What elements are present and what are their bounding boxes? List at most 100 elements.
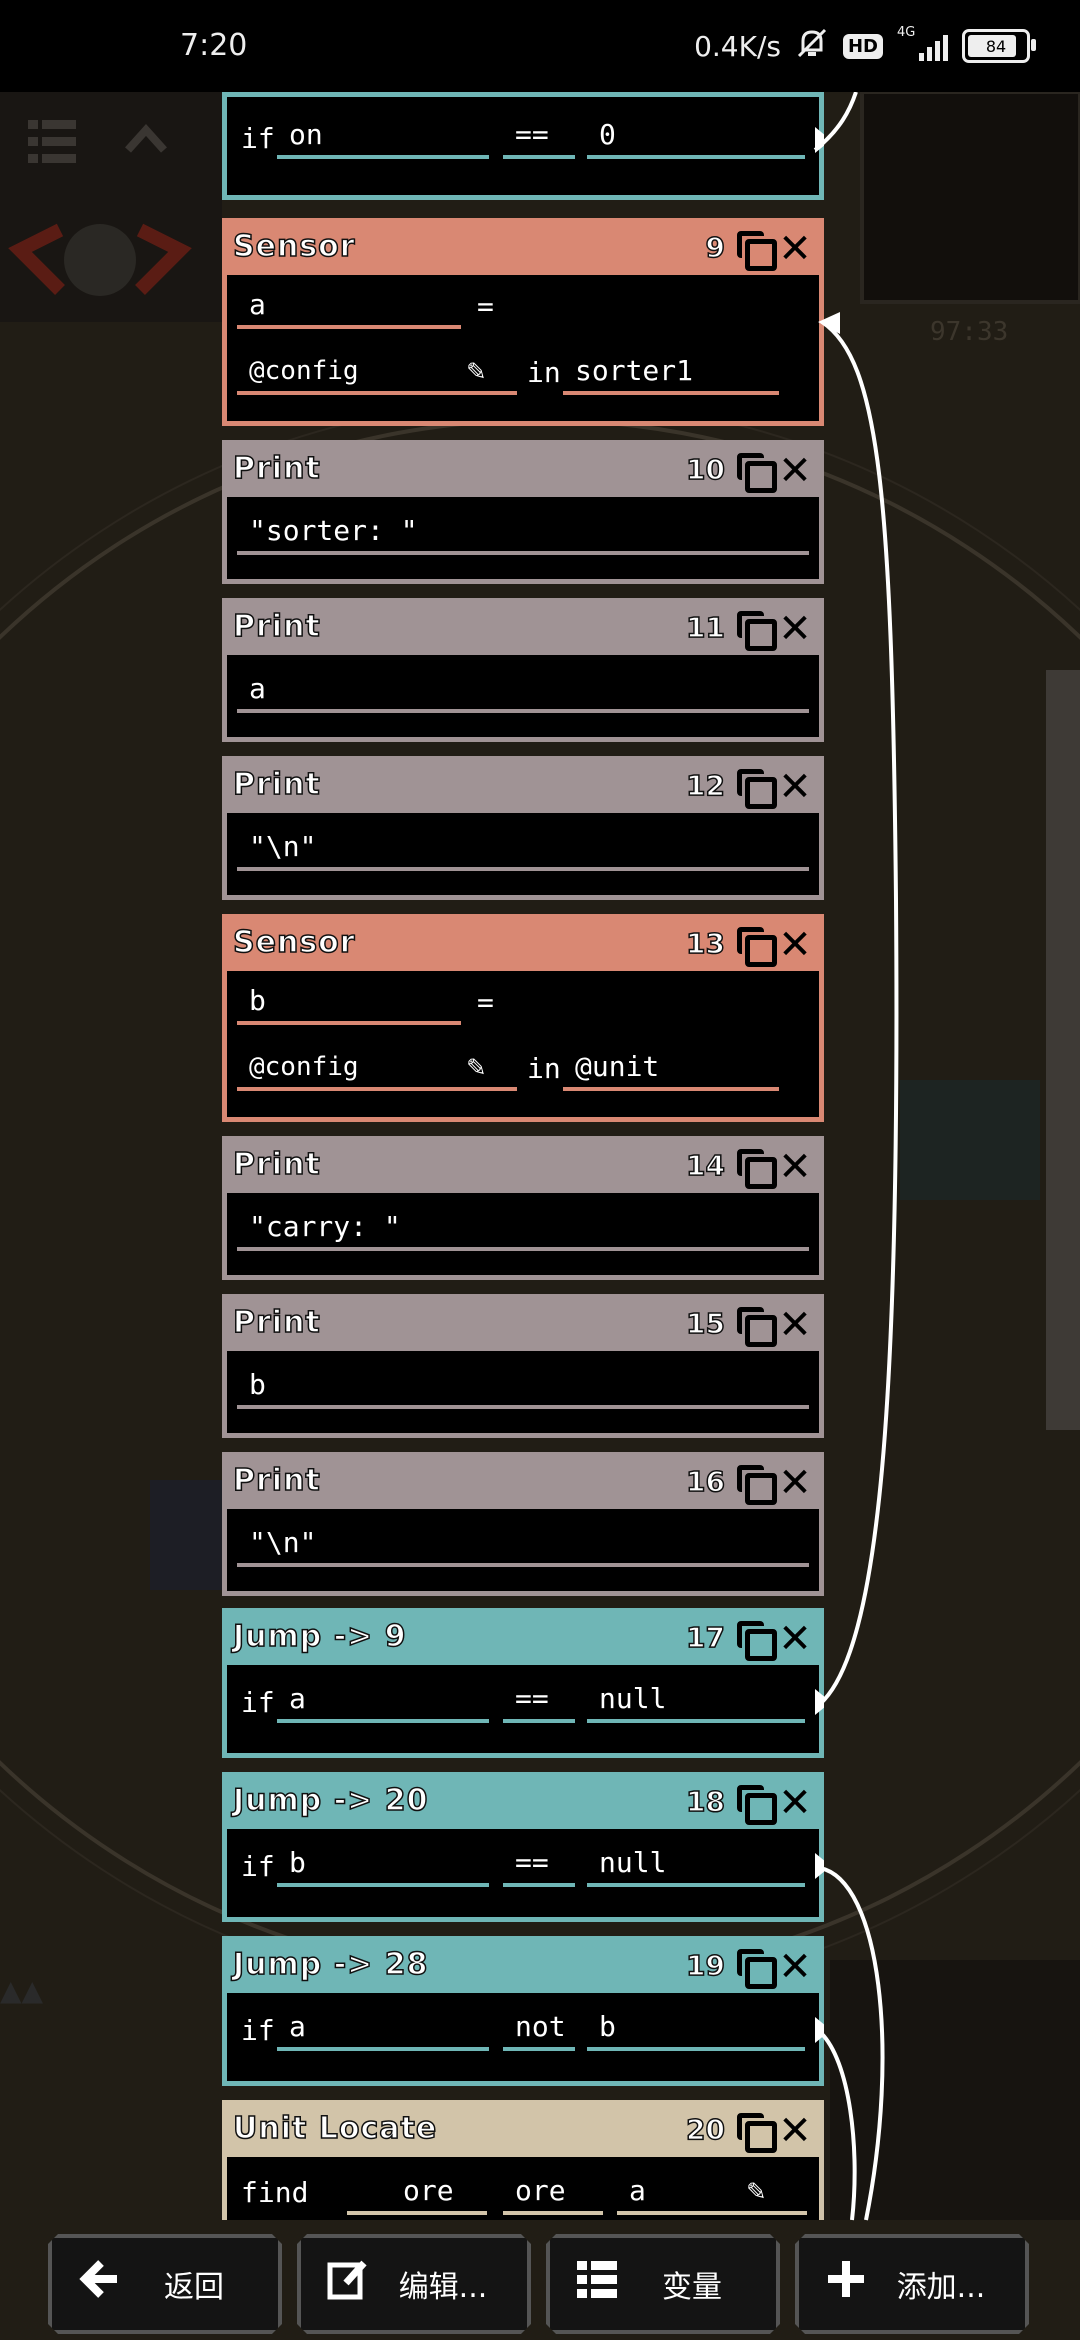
back-button[interactable]: 返回 — [48, 2234, 282, 2334]
operand-a-field[interactable]: a — [277, 2007, 489, 2051]
instruction-jump[interactable]: Jump -> 28 19 ✕ if a not b — [222, 1936, 824, 2086]
operand-b-field[interactable]: 0 — [587, 115, 805, 159]
operand-a-field[interactable]: on — [277, 115, 489, 159]
instruction-header: Jump -> 28 19 ✕ — [227, 1941, 819, 1993]
instruction-list[interactable]: if on == 0 Sensor 9 ✕ a = @config ✎ in s… — [222, 0, 824, 2220]
status-bar: 7:20 0.4K/s HD 4G 84 — [0, 0, 1080, 92]
if-label: if — [241, 1686, 275, 1719]
copy-icon[interactable] — [737, 231, 777, 271]
operand-b-field[interactable]: b — [587, 2007, 805, 2051]
copy-icon[interactable] — [737, 1465, 777, 1505]
operator-field[interactable]: not — [503, 2007, 575, 2051]
svg-text:97:33: 97:33 — [930, 317, 1008, 347]
instruction-title: Print — [232, 450, 321, 487]
operand-b-field[interactable]: null — [587, 1843, 805, 1887]
close-icon[interactable]: ✕ — [777, 767, 813, 807]
instruction-title: Print — [232, 608, 321, 645]
chevron-up-icon[interactable] — [124, 120, 168, 160]
instruction-title: Print — [232, 766, 321, 803]
status-time: 7:20 — [180, 28, 248, 63]
operator-field[interactable]: == — [503, 1843, 575, 1887]
instruction-print[interactable]: Print 16 ✕ "\n" — [222, 1452, 824, 1596]
instruction-unit-locate[interactable]: Unit Locate 20 ✕ find ore ore a ✎ — [222, 2100, 824, 2220]
copy-icon[interactable] — [737, 1149, 777, 1189]
menu-icon[interactable] — [28, 118, 76, 166]
instruction-number: 18 — [685, 1784, 725, 1819]
copy-icon[interactable] — [737, 453, 777, 493]
jump-connector[interactable] — [815, 1853, 824, 1879]
close-icon[interactable]: ✕ — [777, 1463, 813, 1503]
pencil-icon[interactable]: ✎ — [467, 353, 485, 388]
operand-b-field[interactable]: null — [587, 1679, 805, 1723]
target-field[interactable]: @unit — [563, 1047, 779, 1091]
copy-icon[interactable] — [737, 611, 777, 651]
operator-field[interactable]: == — [503, 1679, 575, 1723]
add-button[interactable]: 添加... — [795, 2234, 1029, 2334]
instruction-print[interactable]: Print 14 ✕ "carry: " — [222, 1136, 824, 1280]
instruction-print[interactable]: Print 15 ✕ b — [222, 1294, 824, 1438]
instruction-sensor[interactable]: Sensor 9 ✕ a = @config ✎ in sorter1 — [222, 218, 824, 426]
instruction-print[interactable]: Print 12 ✕ "\n" — [222, 756, 824, 900]
print-text-field[interactable]: "\n" — [237, 1523, 809, 1567]
copy-icon[interactable] — [737, 1621, 777, 1661]
signal-icon: 4G — [897, 25, 948, 61]
print-text-field[interactable]: "sorter: " — [237, 511, 809, 555]
operand-a-field[interactable]: b — [277, 1843, 489, 1887]
copy-icon[interactable] — [737, 927, 777, 967]
instruction-number: 14 — [685, 1148, 725, 1183]
copy-icon[interactable] — [737, 1785, 777, 1825]
close-icon[interactable]: ✕ — [777, 2111, 813, 2151]
instruction-header: Print 14 ✕ — [227, 1141, 819, 1193]
jump-connector[interactable] — [815, 2017, 824, 2043]
instruction-print[interactable]: Print 10 ✕ "sorter: " — [222, 440, 824, 584]
copy-icon[interactable] — [737, 1307, 777, 1347]
jump-connector[interactable] — [815, 1689, 824, 1715]
close-icon[interactable]: ✕ — [777, 1305, 813, 1345]
close-icon[interactable]: ✕ — [777, 609, 813, 649]
if-label: if — [241, 1850, 275, 1883]
operand-a-field[interactable]: a — [277, 1679, 489, 1723]
plus-icon — [811, 2257, 881, 2312]
edit-button[interactable]: 编辑... — [297, 2234, 531, 2334]
equals-label: = — [477, 290, 494, 323]
result-variable-field[interactable]: a — [237, 285, 461, 329]
ore-variable-field[interactable]: a — [617, 2171, 807, 2215]
print-text-field[interactable]: "carry: " — [237, 1207, 809, 1251]
instruction-header: Print 10 ✕ — [227, 445, 819, 497]
close-icon[interactable]: ✕ — [777, 1619, 813, 1659]
locate-type-field[interactable]: ore — [347, 2171, 487, 2215]
instruction-print[interactable]: Print 11 ✕ a — [222, 598, 824, 742]
instruction-title: Print — [232, 1462, 321, 1499]
close-icon[interactable]: ✕ — [777, 451, 813, 491]
close-icon[interactable]: ✕ — [777, 925, 813, 965]
close-icon[interactable]: ✕ — [777, 1147, 813, 1187]
operator-field[interactable]: == — [503, 115, 575, 159]
copy-icon[interactable] — [737, 2113, 777, 2153]
network-speed: 0.4K/s — [694, 29, 781, 63]
edit-icon — [313, 2257, 383, 2312]
instruction-title: Print — [232, 1304, 321, 1341]
equals-label: = — [477, 986, 494, 1019]
copy-icon[interactable] — [737, 1949, 777, 1989]
instruction-sensor[interactable]: Sensor 13 ✕ b = @config ✎ in @unit — [222, 914, 824, 1122]
print-text-field[interactable]: a — [237, 669, 809, 713]
close-icon[interactable]: ✕ — [777, 1947, 813, 1987]
pencil-icon[interactable]: ✎ — [747, 2173, 765, 2208]
close-icon[interactable]: ✕ — [777, 1783, 813, 1823]
instruction-header: Sensor 13 ✕ — [227, 919, 819, 971]
copy-icon[interactable] — [737, 769, 777, 809]
variables-button[interactable]: 变量 — [546, 2234, 780, 2334]
target-field[interactable]: sorter1 — [563, 351, 779, 395]
close-icon[interactable]: ✕ — [777, 229, 813, 269]
result-variable-field[interactable]: b — [237, 981, 461, 1025]
instruction-jump[interactable]: Jump -> 9 17 ✕ if a == null — [222, 1608, 824, 1758]
instruction-jump[interactable]: Jump -> 20 18 ✕ if b == null — [222, 1772, 824, 1922]
instruction-header: Print 12 ✕ — [227, 761, 819, 813]
pencil-icon[interactable]: ✎ — [467, 1049, 485, 1084]
ore-field[interactable]: ore — [503, 2171, 603, 2215]
print-text-field[interactable]: "\n" — [237, 827, 809, 871]
instruction-header: Jump -> 9 17 ✕ — [227, 1613, 819, 1665]
print-text-field[interactable]: b — [237, 1365, 809, 1409]
svg-text:▲▲: ▲▲ — [0, 1974, 44, 2007]
jump-connector[interactable] — [815, 127, 824, 153]
